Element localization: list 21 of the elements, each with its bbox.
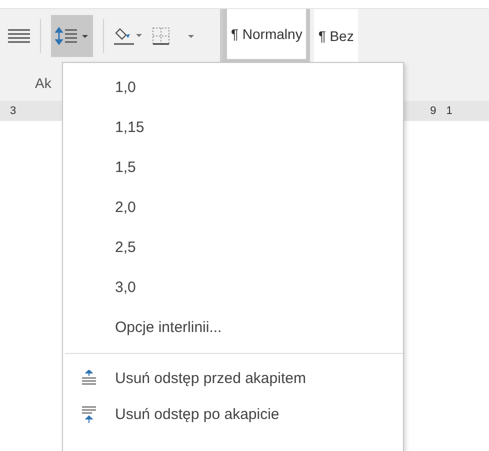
menu-item[interactable]: Usuń odstęp przed akapitem bbox=[63, 360, 403, 396]
style-item[interactable]: ¶ Normalny bbox=[223, 9, 310, 63]
line-spacing-icon bbox=[55, 27, 89, 45]
menu-item[interactable]: 2,0 bbox=[63, 187, 403, 227]
style-item[interactable]: ¶ Bez bbox=[314, 9, 358, 63]
menu-item[interactable]: Opcje interlinii... bbox=[63, 307, 403, 347]
menu-item[interactable]: 2,5 bbox=[63, 227, 403, 267]
ruler-number: 1 bbox=[446, 105, 452, 117]
ruler-number: 9 bbox=[430, 105, 436, 117]
line-spacing-button[interactable] bbox=[51, 15, 93, 57]
menu-item[interactable]: Usuń odstęp po akapicie bbox=[63, 396, 403, 432]
borders-icon[interactable] bbox=[152, 26, 196, 46]
justify-icon[interactable] bbox=[8, 28, 30, 44]
menu-item[interactable]: 3,0 bbox=[63, 267, 403, 307]
spacing-before-icon bbox=[80, 370, 98, 386]
spacing-after-icon bbox=[80, 406, 98, 422]
group-label: Ak bbox=[35, 75, 52, 91]
menu-item[interactable]: 1,0 bbox=[63, 67, 403, 107]
menu-item[interactable]: 1,5 bbox=[63, 147, 403, 187]
ruler-number: 3 bbox=[10, 105, 16, 117]
menu-item[interactable]: 1,15 bbox=[63, 107, 403, 147]
